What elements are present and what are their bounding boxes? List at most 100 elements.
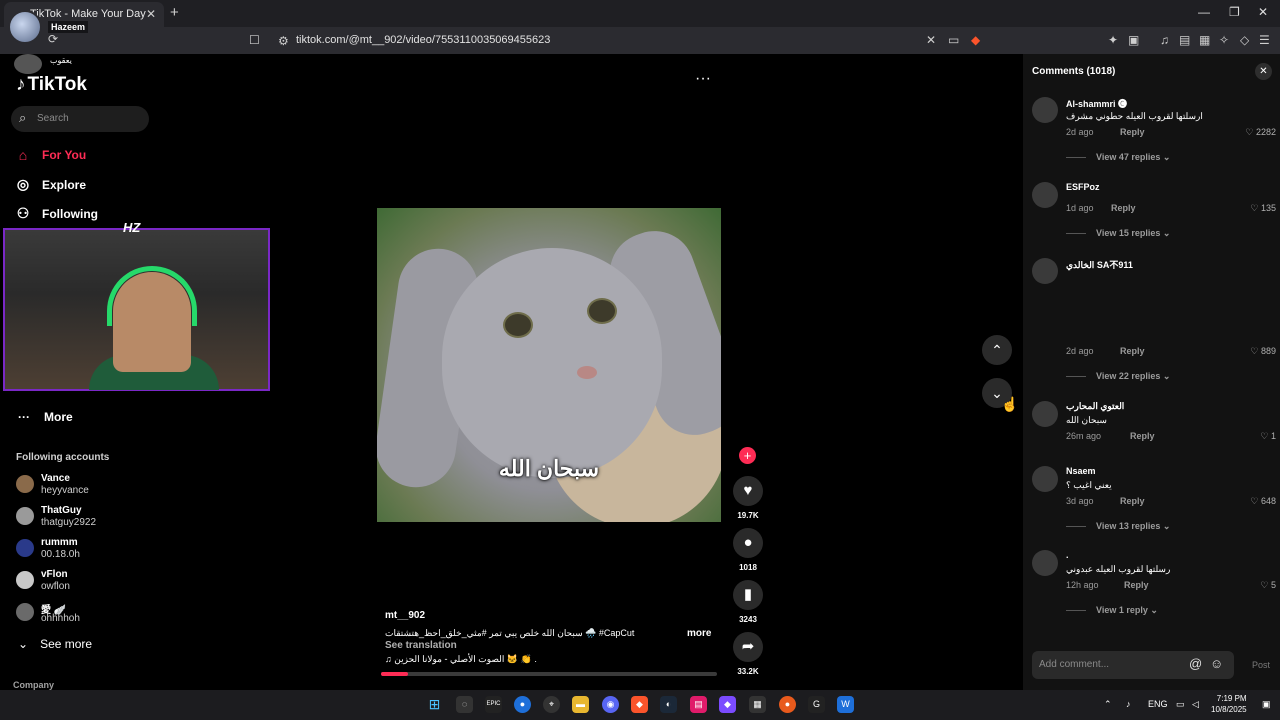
reply-button[interactable]: Reply (1120, 127, 1145, 137)
video-author[interactable]: mt__902 (385, 610, 425, 621)
share-button[interactable]: ➦ (733, 632, 763, 662)
microphone-icon[interactable]: ♪ (1126, 699, 1131, 709)
avatar[interactable] (1032, 97, 1058, 123)
view-replies-button[interactable]: View 22 replies ⌄ (1066, 371, 1170, 382)
comment-like-button[interactable]: ♡ 2282 (1245, 127, 1276, 138)
reply-button[interactable]: Reply (1120, 496, 1145, 506)
app-icon[interactable]: ● (514, 696, 531, 713)
site-info-icon[interactable]: ⚙ (278, 34, 289, 48)
comment-like-button[interactable]: ♡ 648 (1250, 496, 1276, 507)
account-item[interactable]: rummm 00.18.0h (16, 537, 156, 565)
app-icon[interactable]: ● (779, 696, 796, 713)
app-icon[interactable]: ◆ (719, 696, 736, 713)
close-comments-icon[interactable]: ✕ (1255, 63, 1272, 80)
bookmark-icon[interactable]: ☐ (249, 33, 260, 47)
add-comment-input[interactable]: Add comment... @ ☺ (1032, 651, 1234, 679)
close-window-icon[interactable]: ✕ (1258, 5, 1268, 19)
vpn-icon[interactable]: ◇ (1240, 33, 1249, 47)
new-tab-button[interactable]: + (170, 4, 179, 21)
account-item[interactable]: Vance heyyvance (16, 473, 156, 501)
tab-close-icon[interactable]: ✕ (146, 7, 156, 21)
avatar[interactable] (1032, 550, 1058, 576)
minimize-icon[interactable]: — (1198, 5, 1210, 19)
like-button[interactable]: ♥ (733, 476, 763, 506)
reload-icon[interactable]: ⟳ (48, 32, 58, 46)
video-sound[interactable]: ♫ الصوت الأصلي - مولانا الحزين 🐱 👏 . (385, 654, 537, 665)
leo-ai-icon[interactable]: ✧ (1219, 33, 1229, 47)
avatar[interactable] (1032, 258, 1058, 284)
sidebar-toggle-icon[interactable]: ▤ (1179, 33, 1190, 47)
description-more-button[interactable]: more (687, 628, 711, 639)
address-bar[interactable]: ⚙ tiktok.com/@mt__902/video/755311003506… (270, 30, 990, 51)
video-options-icon[interactable]: ··· (695, 70, 711, 88)
cast-icon[interactable]: ▭ (948, 33, 959, 47)
app-icon[interactable]: W (837, 696, 854, 713)
account-item[interactable]: 愛 🪽 ohhhhoh (16, 601, 156, 629)
maps-icon[interactable]: ⌖ (543, 696, 560, 713)
menu-icon[interactable]: ☰ (1259, 33, 1270, 47)
comment-username[interactable]: العتوي المحارب (1066, 401, 1124, 412)
app-icon[interactable]: ◌ (456, 696, 473, 713)
follow-plus-button[interactable]: + (739, 447, 756, 464)
brave-shields-icon[interactable]: ◆ (971, 33, 980, 47)
mute-tab-icon[interactable]: ✕ (926, 33, 936, 47)
extensions-icon[interactable]: ✦ (1108, 33, 1118, 47)
app-icon[interactable]: ▤ (690, 696, 707, 713)
windows-start-icon[interactable]: ⊞ (426, 696, 443, 713)
comment-username[interactable]: الخالدي SA不911 (1066, 258, 1133, 271)
see-translation-link[interactable]: See translation (385, 640, 457, 651)
save-button[interactable]: ▮ (733, 580, 763, 610)
nav-explore[interactable]: ◎ Explore (14, 176, 86, 193)
view-replies-button[interactable]: View 13 replies ⌄ (1066, 521, 1170, 532)
restore-icon[interactable]: ❐ (1229, 5, 1240, 19)
brave-icon[interactable]: ◆ (631, 696, 648, 713)
file-explorer-icon[interactable]: ▬ (572, 696, 589, 713)
discord-icon[interactable]: ◉ (602, 696, 619, 713)
system-clock[interactable]: 7:19 PM 10/8/2025 (1211, 693, 1247, 715)
account-item[interactable]: ThatGuy thatguy2922 (16, 505, 156, 533)
tiktok-logo[interactable]: ♪ TikTok (16, 74, 87, 96)
search-input[interactable]: ⌕ Search (11, 106, 149, 132)
nav-following[interactable]: ⚇ Following (14, 205, 98, 222)
comment-username[interactable]: . (1066, 550, 1069, 560)
view-replies-button[interactable]: View 1 reply ⌄ (1066, 605, 1158, 616)
notification-icon[interactable]: ▣ (1262, 699, 1271, 710)
comment-like-button[interactable]: ♡ 889 (1250, 346, 1276, 357)
volume-icon[interactable]: ◁ (1192, 699, 1199, 710)
previous-video-button[interactable]: ⌃ (982, 335, 1012, 365)
comment-like-button[interactable]: ♡ 1 (1260, 431, 1276, 442)
comment-like-button[interactable]: ♡ 135 (1250, 203, 1276, 214)
avatar[interactable] (1032, 466, 1058, 492)
video-player[interactable]: سبحان الله (377, 208, 721, 522)
app-icon[interactable]: ▦ (749, 696, 766, 713)
app-icon[interactable]: G (808, 696, 825, 713)
see-more-button[interactable]: ⌄ See more (18, 637, 92, 651)
avatar[interactable] (1032, 182, 1058, 208)
comment-button[interactable]: ● (733, 528, 763, 558)
nav-for-you[interactable]: ⌂ For You (14, 147, 86, 163)
reply-button[interactable]: Reply (1111, 203, 1136, 213)
wallet-icon[interactable]: ▦ (1199, 33, 1210, 47)
epic-games-icon[interactable]: EPIC (485, 696, 502, 713)
account-item[interactable]: vFlon owflon (16, 569, 156, 597)
comment-username[interactable]: Al-shammri 🅒 (1066, 97, 1127, 110)
language-indicator[interactable]: ENG (1148, 699, 1168, 709)
comment-username[interactable]: Nsaem (1066, 466, 1096, 476)
company-link[interactable]: Company (13, 680, 54, 690)
reply-button[interactable]: Reply (1124, 580, 1149, 590)
reply-button[interactable]: Reply (1120, 346, 1145, 356)
more-button[interactable]: ··· More (18, 410, 73, 424)
network-icon[interactable]: ▭ (1176, 699, 1185, 710)
steam-icon[interactable]: ◐ (660, 696, 677, 713)
emoji-icon[interactable]: ☺ (1210, 656, 1223, 671)
comment-like-button[interactable]: ♡ 5 (1260, 580, 1276, 591)
mention-icon[interactable]: @ (1189, 656, 1202, 671)
reply-button[interactable]: Reply (1130, 431, 1155, 441)
tray-overflow-icon[interactable]: ⌃ (1104, 699, 1112, 710)
post-button[interactable]: Post (1252, 660, 1270, 670)
view-replies-button[interactable]: View 47 replies ⌄ (1066, 152, 1170, 163)
translate-icon[interactable]: ▣ (1128, 33, 1139, 47)
video-progress-bar[interactable] (381, 672, 717, 676)
music-icon[interactable]: ♫ (1160, 33, 1169, 47)
comment-username[interactable]: ESFPoz (1066, 182, 1100, 192)
